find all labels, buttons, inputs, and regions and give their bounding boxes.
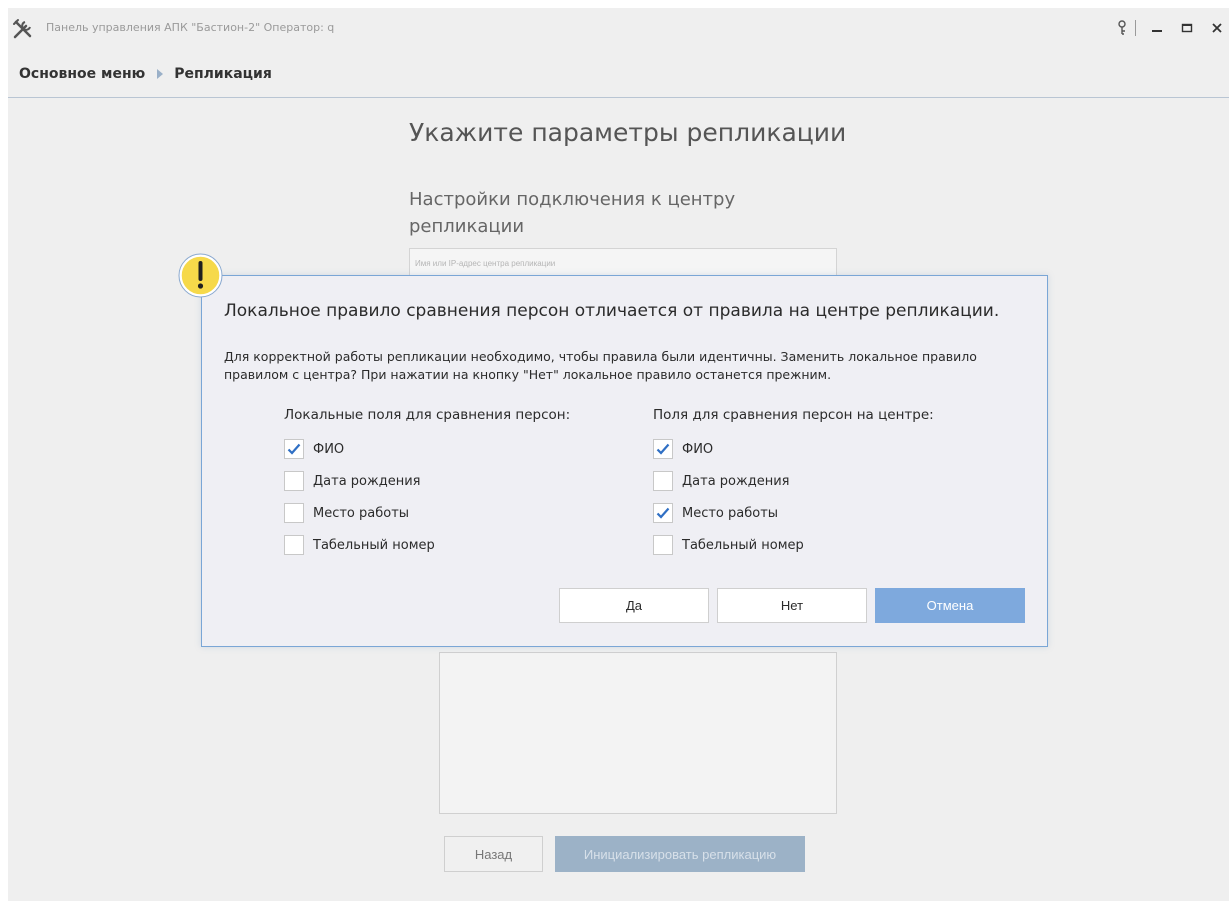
local-field-employee-number[interactable]: Табельный номер [284, 529, 570, 561]
checkbox-label: Табельный номер [682, 537, 804, 553]
checkbox[interactable] [653, 439, 673, 459]
checkbox-label: ФИО [313, 441, 345, 457]
checkbox[interactable] [653, 471, 673, 491]
center-field-fio[interactable]: ФИО [653, 433, 934, 465]
checkbox-label: Место работы [313, 505, 410, 521]
help-key-button[interactable] [1114, 16, 1130, 40]
checkbox[interactable] [653, 535, 673, 555]
checkbox[interactable] [284, 535, 304, 555]
checkbox[interactable] [653, 503, 673, 523]
key-icon [1118, 20, 1126, 35]
replication-log-area [439, 652, 837, 814]
center-fields-group: Поля для сравнения персон на центре: ФИО… [653, 407, 934, 561]
warning-icon [178, 253, 223, 298]
server-address-input[interactable] [410, 249, 836, 277]
header-divider [8, 97, 1229, 98]
checkbox[interactable] [284, 503, 304, 523]
checkbox[interactable] [284, 439, 304, 459]
checkbox[interactable] [284, 471, 304, 491]
init-replication-button[interactable]: Инициализировать репликацию [555, 836, 805, 872]
close-button[interactable] [1206, 16, 1228, 40]
local-fields-group: Локальные поля для сравнения персон: ФИО… [284, 407, 570, 561]
close-icon [1212, 23, 1222, 33]
center-fields-header: Поля для сравнения персон на центре: [653, 407, 934, 423]
checkmark-icon [287, 443, 301, 455]
breadcrumb-root[interactable]: Основное меню [19, 66, 145, 82]
breadcrumb-current: Репликация [174, 66, 272, 82]
center-field-workplace[interactable]: Место работы [653, 497, 934, 529]
maximize-button[interactable] [1176, 16, 1198, 40]
breadcrumb: Основное меню Репликация [19, 66, 272, 82]
dialog-message: Для корректной работы репликации необход… [224, 349, 977, 382]
maximize-icon [1181, 23, 1193, 33]
no-button[interactable]: Нет [717, 588, 867, 623]
local-field-birthdate[interactable]: Дата рождения [284, 465, 570, 497]
window-title: Панель управления АПК "Бастион-2" Операт… [46, 21, 335, 34]
checkbox-label: Место работы [682, 505, 779, 521]
local-fields-header: Локальные поля для сравнения персон: [284, 407, 571, 423]
checkmark-icon [656, 507, 670, 519]
local-field-workplace[interactable]: Место работы [284, 497, 570, 529]
chevron-right-icon [157, 69, 164, 79]
dialog-title: Локальное правило сравнения персон отлич… [224, 301, 1000, 321]
checkbox-label: Дата рождения [313, 473, 421, 489]
section-title: Настройки подключения к центру репликаци… [409, 189, 736, 237]
local-field-fio[interactable]: ФИО [284, 433, 570, 465]
back-button[interactable]: Назад [444, 836, 543, 872]
minimize-icon [1152, 30, 1162, 32]
tools-icon [13, 19, 32, 39]
checkbox-label: Дата рождения [682, 473, 790, 489]
titlebar-separator [1135, 20, 1136, 36]
checkbox-label: ФИО [682, 441, 714, 457]
page-title: Укажите параметры репликации [409, 118, 847, 147]
yes-button[interactable]: Да [559, 588, 709, 623]
checkmark-icon [656, 443, 670, 455]
center-field-employee-number[interactable]: Табельный номер [653, 529, 934, 561]
center-field-birthdate[interactable]: Дата рождения [653, 465, 934, 497]
checkbox-label: Табельный номер [313, 537, 435, 553]
title-bar: Панель управления АПК "Бастион-2" Операт… [8, 8, 1229, 48]
cancel-button[interactable]: Отмена [875, 588, 1025, 623]
compare-rule-dialog: Локальное правило сравнения персон отлич… [201, 275, 1048, 647]
server-address-field[interactable] [409, 248, 837, 278]
minimize-button[interactable] [1146, 16, 1168, 40]
